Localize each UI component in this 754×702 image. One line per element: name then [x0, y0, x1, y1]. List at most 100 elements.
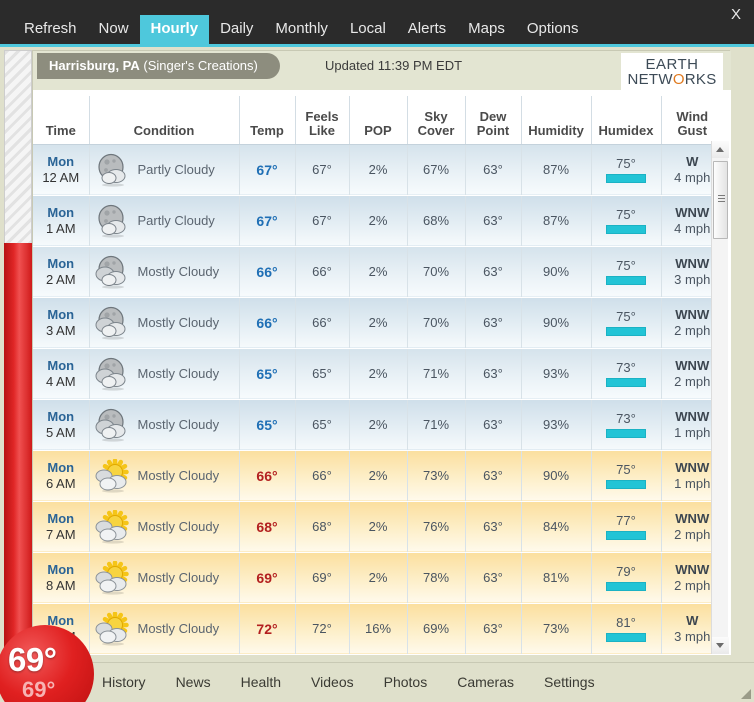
humidex-value: 75° — [616, 207, 636, 222]
cell-dew-point: 63° — [464, 195, 521, 247]
bottom-nav-history[interactable]: History — [102, 673, 146, 691]
menu-item-hourly[interactable]: Hourly — [139, 15, 210, 44]
column-header-feels[interactable]: Feels Like — [294, 96, 349, 145]
cell-dew-point: 63° — [464, 399, 521, 451]
table-row[interactable]: Mon 7 AM Mostly Cloudy 68° 68° 2% 76% 63° 84% 77°… — [33, 501, 723, 553]
cell-dew-point — [464, 654, 521, 655]
menu-item-monthly[interactable]: Monthly — [264, 15, 339, 44]
row-hour: 6 AM — [45, 475, 76, 491]
cell-wind-gust: W — [660, 654, 723, 655]
bottom-nav-news[interactable]: News — [176, 673, 211, 691]
menu-item-options[interactable]: Options — [516, 15, 590, 44]
bottom-nav-photos[interactable]: Photos — [384, 673, 428, 691]
menu-item-daily[interactable]: Daily — [209, 15, 264, 44]
humidex-value: 75° — [616, 156, 636, 171]
cell-pop: 2% — [348, 297, 407, 349]
temp-value: 72° — [256, 620, 278, 637]
cell-dew-point: 63° — [464, 501, 521, 553]
column-header-pop[interactable]: POP — [348, 96, 407, 145]
column-header-wind[interactable]: Wind Gust — [660, 96, 723, 145]
column-header-cond[interactable]: Condition — [88, 96, 239, 145]
table-row[interactable]: Mon 8 AM Mostly Cloudy 69° 69° 2% 78% 63° 81% 79°… — [33, 552, 723, 604]
table-row[interactable]: Mon10 AM82°W — [33, 654, 723, 655]
cell-condition: Partly Cloudy — [88, 144, 239, 196]
cell-humidity: 84% — [520, 501, 591, 553]
table-row[interactable]: Mon 4 AM Mostly Cloudy 65° 65° 2% 71% 63° 93% 73°… — [33, 348, 723, 400]
forecast-scrollbar[interactable] — [711, 141, 729, 654]
cell-condition: Mostly Cloudy — [88, 348, 239, 400]
cell-time: Mon 3 AM — [33, 297, 89, 349]
cell-temp: 67° — [238, 144, 295, 196]
close-window-button[interactable]: X — [731, 7, 741, 23]
scroll-up-button[interactable] — [712, 141, 729, 158]
humidex-bar — [606, 429, 646, 438]
table-row[interactable]: Mon 12 AM Partly Cloudy 67° 67° 2% 67% 63° 87% 75… — [33, 144, 723, 196]
menu-item-alerts[interactable]: Alerts — [397, 15, 457, 44]
scroll-down-button[interactable] — [712, 637, 729, 654]
humidex-value: 75° — [616, 462, 636, 477]
menu-item-local[interactable]: Local — [339, 15, 397, 44]
column-header-humidity[interactable]: Humidity — [520, 96, 591, 145]
moon-mostly-cloudy-icon — [92, 306, 132, 340]
temp-value: 66° — [256, 467, 278, 484]
condition-label: Mostly Cloudy — [137, 366, 220, 381]
scrollbar-grip-icon — [718, 195, 725, 202]
thermometer-fill — [4, 243, 32, 655]
menu-item-now[interactable]: Now — [88, 15, 140, 44]
cell-time: Mon 6 AM — [33, 450, 89, 502]
table-row[interactable]: Mon9 AMMostly Cloudy72°72°16%69%63°73%81… — [33, 603, 723, 655]
cell-humidity: 87% — [520, 195, 591, 247]
bottom-nav-cameras[interactable]: Cameras — [457, 673, 514, 691]
moon-partly-cloudy-icon — [92, 204, 132, 238]
column-header-sky[interactable]: Sky Cover — [406, 96, 465, 145]
humidex-value: 75° — [616, 309, 636, 324]
cell-condition: Partly Cloudy — [88, 195, 239, 247]
cell-pop: 2% — [348, 501, 407, 553]
table-row[interactable]: Mon 6 AM Mostly Cloudy 66° 66° 2% 73% 63° 90% 75°… — [33, 450, 723, 502]
cell-dew-point: 63° — [464, 603, 521, 655]
cell-dew-point: 63° — [464, 450, 521, 502]
table-row[interactable]: Mon 1 AM Partly Cloudy 67° 67° 2% 68% 63° 87% 75°… — [33, 195, 723, 247]
scrollbar-thumb[interactable] — [713, 161, 728, 239]
menu-item-maps[interactable]: Maps — [457, 15, 516, 44]
menu-item-refresh[interactable]: Refresh — [13, 15, 88, 44]
top-menu-bar: Refresh Now Hourly Daily Monthly Local Alerts M… — [0, 0, 754, 47]
row-day: Mon — [47, 204, 75, 220]
column-header-humidex[interactable]: Humidex — [590, 96, 661, 145]
bottom-nav-health[interactable]: Health — [241, 673, 281, 691]
location-tab[interactable]: Harrisburg, PA (Singer's Creations) — [37, 53, 280, 79]
column-header-time[interactable]: Time — [33, 96, 89, 145]
cell-dew-point: 63° — [464, 552, 521, 604]
column-header-dew[interactable]: Dew Point — [464, 96, 521, 145]
cell-dew-point: 63° — [464, 246, 521, 298]
table-row[interactable]: Mon 2 AM Mostly Cloudy 66° 66° 2% 70% 63° 90% 75°… — [33, 246, 723, 298]
column-header-temp[interactable]: Temp — [238, 96, 295, 145]
row-day: Mon — [47, 255, 75, 271]
bottom-nav-settings[interactable]: Settings — [544, 673, 595, 691]
row-day: Mon — [47, 357, 75, 373]
cell-pop: 2% — [348, 144, 407, 196]
bottom-nav-videos[interactable]: Videos — [311, 673, 354, 691]
condition-label: Mostly Cloudy — [137, 621, 220, 636]
cell-humidex: 75° — [590, 246, 661, 298]
cell-condition: Mostly Cloudy — [88, 450, 239, 502]
logo-line-2: NETWORKS — [627, 71, 717, 88]
cell-condition: Mostly Cloudy — [88, 603, 239, 655]
cell-humidity: 81% — [520, 552, 591, 604]
cell-pop — [348, 654, 407, 655]
table-row[interactable]: Mon 3 AM Mostly Cloudy 66° 66° 2% 70% 63° 90% 75°… — [33, 297, 723, 349]
condition-label: Mostly Cloudy — [137, 468, 220, 483]
cell-temp: 68° — [238, 501, 295, 553]
cell-humidity: 87% — [520, 144, 591, 196]
moon-mostly-cloudy-icon — [92, 408, 132, 442]
table-row[interactable]: Mon 5 AM Mostly Cloudy 65° 65° 2% 71% 63° 93% 73°… — [33, 399, 723, 451]
cell-pop: 2% — [348, 348, 407, 400]
cell-pop: 2% — [348, 246, 407, 298]
cell-sky-cover: 71% — [406, 399, 465, 451]
humidex-bar — [606, 378, 646, 387]
temp-value: 67° — [256, 212, 278, 229]
resize-grip-icon[interactable] — [738, 686, 752, 700]
cell-feels-like: 66° — [294, 246, 349, 298]
cell-dew-point: 63° — [464, 144, 521, 196]
weather-widget-window: Refresh Now Hourly Daily Monthly Local Alerts M… — [0, 0, 754, 702]
